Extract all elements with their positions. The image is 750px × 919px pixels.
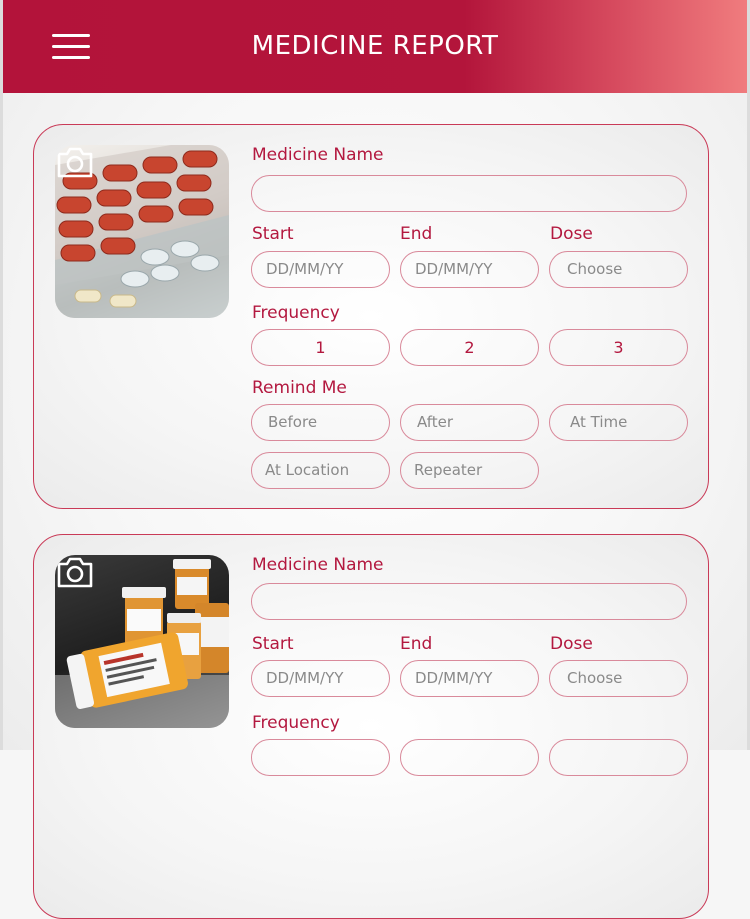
start-label: Start	[252, 634, 294, 654]
frequency-label: Frequency	[252, 713, 340, 733]
dose-label: Dose	[550, 634, 593, 654]
remind-before-option[interactable]: Before	[251, 404, 390, 441]
frequency-option-3[interactable]: 3	[549, 329, 688, 366]
remind-me-label: Remind Me	[252, 378, 347, 398]
medicine-name-input[interactable]	[251, 583, 687, 620]
dose-select[interactable]: Choose	[549, 251, 688, 288]
camera-icon[interactable]	[55, 145, 95, 179]
start-date-input[interactable]: DD/MM/YY	[251, 251, 390, 288]
camera-icon[interactable]	[55, 555, 95, 589]
remind-after-option[interactable]: After	[400, 404, 539, 441]
frequency-option-2[interactable]: 2	[400, 329, 539, 366]
start-label: Start	[252, 224, 294, 244]
main-content[interactable]: Medicine Name Start End Dose DD/MM/YY DD…	[3, 93, 747, 919]
medicine-name-label: Medicine Name	[252, 145, 384, 165]
remind-repeater-option[interactable]: Repeater	[400, 452, 539, 489]
start-date-input[interactable]: DD/MM/YY	[251, 660, 390, 697]
frequency-option-1[interactable]	[251, 739, 390, 776]
frequency-option-3[interactable]	[549, 739, 688, 776]
medicine-name-label: Medicine Name	[252, 555, 384, 575]
app-header: MEDICINE REPORT	[3, 0, 747, 93]
dose-select[interactable]: Choose	[549, 660, 688, 697]
remind-at-location-option[interactable]: At Location	[251, 452, 390, 489]
frequency-option-1[interactable]: 1	[251, 329, 390, 366]
medicine-name-input[interactable]	[251, 175, 687, 212]
end-label: End	[400, 224, 433, 244]
frequency-label: Frequency	[252, 303, 340, 323]
end-label: End	[400, 634, 433, 654]
frequency-option-2[interactable]	[400, 739, 539, 776]
dose-label: Dose	[550, 224, 593, 244]
medicine-photo[interactable]	[55, 145, 229, 318]
page-title: MEDICINE REPORT	[251, 31, 499, 61]
medicine-photo[interactable]	[55, 555, 229, 728]
medicine-card: Medicine Name Start End Dose DD/MM/YY DD…	[33, 534, 709, 919]
remind-at-time-option[interactable]: At Time	[549, 404, 688, 441]
end-date-input[interactable]: DD/MM/YY	[400, 251, 539, 288]
end-date-input[interactable]: DD/MM/YY	[400, 660, 539, 697]
medicine-card: Medicine Name Start End Dose DD/MM/YY DD…	[33, 124, 709, 509]
